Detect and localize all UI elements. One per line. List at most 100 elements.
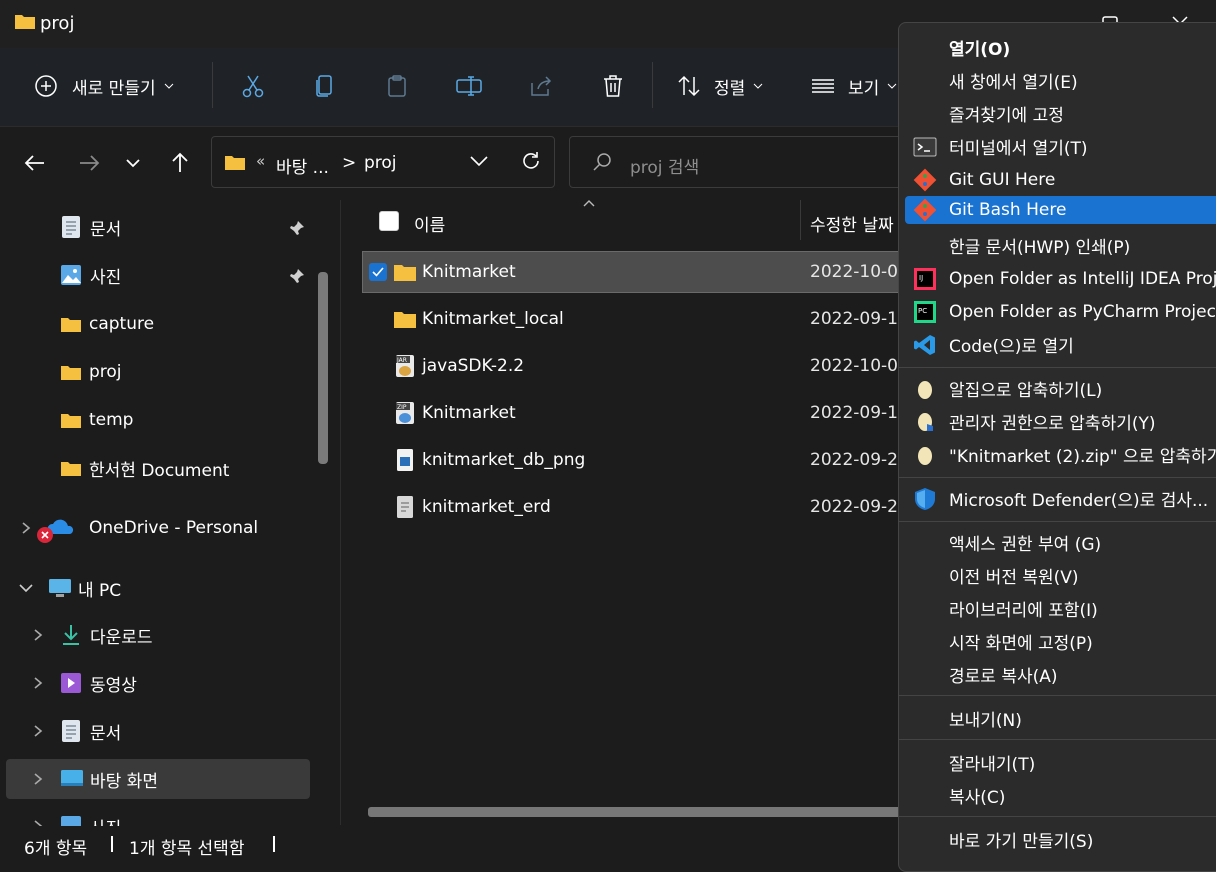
rename-button[interactable]	[455, 66, 483, 106]
sidebar-item-document-folder[interactable]: 한서현 Document	[60, 448, 229, 488]
menu-label: 라이브러리에 포함(I)	[949, 601, 1098, 621]
file-date: 2022-09-14	[810, 309, 900, 329]
sidebar-item-pictures-pc[interactable]: 사진	[32, 808, 332, 826]
sidebar-item-pictures[interactable]: 사진	[60, 255, 121, 295]
sidebar-item-downloads[interactable]: 다운로드	[32, 615, 153, 655]
menu-copy[interactable]: 복사(C)	[905, 779, 1216, 812]
menu-open-new-window[interactable]: 새 창에서 열기(E)	[905, 64, 1216, 97]
menu-open-pycharm[interactable]: PC Open Folder as PyCharm Project	[905, 295, 1216, 328]
sidebar-item-onedrive[interactable]: OneDrive - Personal	[20, 508, 258, 548]
column-divider[interactable]	[800, 200, 801, 240]
paste-button[interactable]	[384, 66, 410, 106]
menu-cut[interactable]: 잘라내기(T)	[905, 746, 1216, 779]
horizontal-scrollbar[interactable]	[368, 807, 908, 817]
cut-button[interactable]	[240, 66, 266, 106]
sidebar-scrollbar[interactable]	[318, 272, 328, 464]
menu-label: "Knitmarket (2).zip" 으로 압축하기	[949, 447, 1216, 467]
menu-restore-versions[interactable]: 이전 버전 복원(V)	[905, 559, 1216, 592]
alzip-admin-icon	[918, 413, 933, 431]
context-menu: 열기(O) 새 창에서 열기(E) 즐겨찾기에 고정 터미널에서 열기(T) G…	[898, 22, 1216, 872]
column-name[interactable]: 이름	[414, 211, 445, 236]
menu-pin-quick-access[interactable]: 즐겨찾기에 고정	[905, 97, 1216, 130]
file-row[interactable]: ZIP Knitmarket 2022-09-14	[363, 393, 923, 433]
row-checkbox[interactable]	[369, 263, 387, 281]
menu-open[interactable]: 열기(O)	[905, 31, 1216, 64]
folder-icon	[61, 318, 81, 332]
file-date: 2022-10-02	[810, 356, 900, 376]
menu-include-library[interactable]: 라이브러리에 포함(I)	[905, 592, 1216, 625]
file-row[interactable]: knitmarket_erd 2022-09-29	[363, 487, 923, 527]
select-all-checkbox[interactable]	[379, 211, 399, 231]
sort-icon	[678, 75, 700, 97]
menu-defender-scan[interactable]: Microsoft Defender(으)로 검사...	[905, 482, 1216, 515]
refresh-icon[interactable]	[520, 150, 542, 172]
menu-alzip-admin[interactable]: 관리자 권한으로 압축하기(Y)	[905, 405, 1216, 438]
forward-button[interactable]	[74, 148, 104, 178]
sidebar-label: 동영상	[90, 675, 137, 696]
status-divider	[273, 836, 275, 852]
recent-locations-button[interactable]	[118, 148, 148, 178]
file-name: knitmarket_erd	[422, 497, 551, 517]
new-button[interactable]: 새로 만들기	[34, 66, 174, 106]
menu-label: 관리자 권한으로 압축하기(Y)	[949, 414, 1156, 434]
view-button[interactable]: 보기	[810, 66, 897, 106]
git-icon	[913, 168, 937, 192]
sidebar-item-proj[interactable]: proj	[60, 352, 122, 392]
sidebar-label: 문서	[90, 723, 122, 744]
share-button[interactable]	[528, 66, 554, 106]
menu-hwp-print[interactable]: 한글 문서(HWP) 인쇄(P)	[905, 229, 1216, 262]
sidebar-label: temp	[89, 410, 134, 430]
paste-icon	[388, 75, 406, 97]
menu-create-shortcut[interactable]: 바로 가기 만들기(S)	[905, 823, 1216, 856]
sidebar-item-videos[interactable]: 동영상	[32, 663, 137, 703]
breadcrumb-desktop[interactable]: 바탕 ...	[276, 153, 329, 178]
sidebar-item-this-pc[interactable]: 내 PC	[18, 568, 121, 608]
menu-copy-path[interactable]: 경로로 복사(A)	[905, 658, 1216, 691]
menu-git-gui[interactable]: Git GUI Here	[905, 163, 1216, 196]
file-name: Knitmarket_local	[422, 309, 564, 329]
chevron-down-icon[interactable]	[469, 153, 489, 169]
sidebar-label: 문서	[90, 219, 122, 240]
sidebar-item-capture[interactable]: capture	[60, 304, 154, 344]
diagram-file-icon	[397, 496, 413, 518]
search-box[interactable]	[569, 136, 909, 188]
column-modified[interactable]: 수정한 날짜	[810, 211, 898, 236]
sidebar-item-documents[interactable]: 문서	[60, 207, 121, 247]
menu-pin-start[interactable]: 시작 화면에 고정(P)	[905, 625, 1216, 658]
copy-button[interactable]	[312, 66, 338, 106]
up-button[interactable]	[165, 148, 195, 178]
menu-alzip-named[interactable]: "Knitmarket (2).zip" 으로 압축하기	[905, 438, 1216, 471]
file-name: knitmarket_db_png	[422, 450, 586, 470]
pin-icon[interactable]	[288, 267, 306, 285]
file-row[interactable]: Knitmarket_local 2022-09-14	[363, 299, 923, 339]
sidebar-item-temp[interactable]: temp	[60, 400, 133, 440]
menu-alzip-compress[interactable]: 알집으로 압축하기(L)	[905, 372, 1216, 405]
menu-send-to[interactable]: 보내기(N)	[905, 702, 1216, 735]
file-name: javaSDK-2.2	[422, 356, 525, 376]
alzip-icon	[918, 381, 932, 399]
menu-label: 이전 버전 복원(V)	[949, 568, 1079, 588]
menu-give-access[interactable]: 액세스 권한 부여 (G)	[905, 526, 1216, 559]
file-row[interactable]: knitmarket_db_png 2022-09-29	[363, 440, 923, 480]
menu-open-terminal[interactable]: 터미널에서 열기(T)	[905, 130, 1216, 163]
sidebar-item-pc-documents[interactable]: 문서	[32, 711, 121, 751]
sort-ascending-icon	[583, 200, 595, 207]
file-date: 2022-09-14	[810, 403, 900, 423]
sidebar-label: proj	[89, 362, 122, 382]
file-row[interactable]: JAR javaSDK-2.2 2022-10-02	[363, 346, 923, 386]
address-overflow[interactable]: «	[256, 152, 265, 170]
sidebar-item-desktop[interactable]: 바탕 화면	[32, 759, 158, 799]
file-row[interactable]: Knitmarket 2022-10-04	[362, 251, 924, 293]
menu-label: Microsoft Defender(으)로 검사...	[949, 491, 1209, 511]
back-button[interactable]	[20, 148, 50, 178]
file-date: 2022-09-29	[810, 497, 900, 517]
delete-button[interactable]	[600, 66, 626, 106]
pin-icon[interactable]	[288, 219, 306, 237]
chevron-right-icon	[34, 820, 43, 826]
menu-open-intellij[interactable]: IJ Open Folder as IntelliJ IDEA Project	[905, 262, 1216, 295]
breadcrumb-proj[interactable]: proj	[364, 153, 397, 173]
menu-open-vscode[interactable]: Code(으)로 열기	[905, 328, 1216, 361]
computer-icon	[49, 579, 71, 597]
menu-git-bash[interactable]: Git Bash Here	[905, 196, 1216, 224]
sort-button[interactable]: 정렬	[676, 66, 763, 106]
